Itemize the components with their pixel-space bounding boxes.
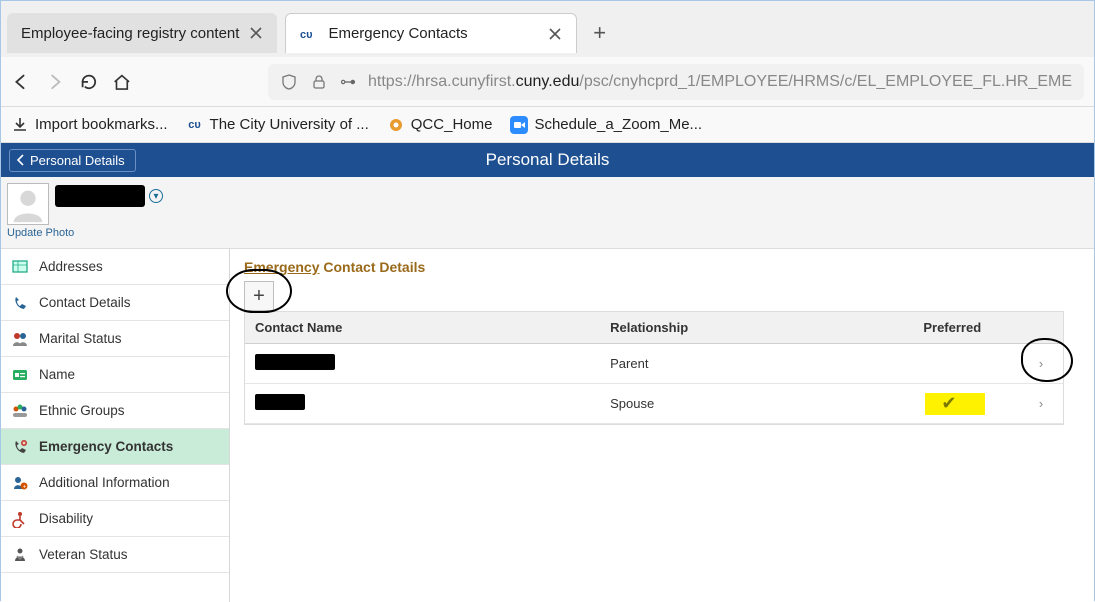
browser-tab-active[interactable]: ᴄᴜ Emergency Contacts	[285, 13, 576, 53]
sidebar-item-emergency-contacts[interactable]: Emergency Contacts	[1, 429, 229, 465]
sidebar-item-label: Emergency Contacts	[39, 439, 173, 454]
grid-header: Contact Name Relationship Preferred	[245, 312, 1063, 344]
import-bookmarks-label: Import bookmarks...	[35, 116, 168, 133]
header-back-label: Personal Details	[30, 153, 125, 168]
sidebar-item-contact-details[interactable]: Contact Details	[1, 285, 229, 321]
close-icon[interactable]	[548, 27, 562, 41]
permissions-icon[interactable]: ⊶	[340, 72, 356, 92]
url-bar[interactable]: ⊶ https://hrsa.cunyfirst.cuny.edu/psc/cn…	[268, 64, 1084, 100]
tab-title: Emergency Contacts	[328, 25, 467, 42]
sidebar-item-marital-status[interactable]: Marital Status	[1, 321, 229, 357]
lock-icon	[310, 73, 328, 91]
sidebar-item-label: Addresses	[39, 259, 103, 274]
page-title: Personal Details	[486, 150, 610, 170]
profile-strip: ▾ Update Photo	[1, 177, 1094, 249]
relationship-value: Spouse	[600, 388, 919, 419]
url-text: https://hrsa.cunyfirst.cuny.edu/psc/cnyh…	[368, 73, 1072, 91]
phone-icon	[11, 294, 29, 312]
update-photo-link[interactable]: Update Photo	[7, 227, 74, 239]
section-title: Emergency Contact Details	[244, 259, 1080, 275]
groups-icon	[11, 402, 29, 420]
svg-text:+: +	[23, 484, 27, 490]
tab-title: Employee-facing registry content	[21, 25, 239, 42]
column-header-relationship: Relationship	[600, 312, 919, 343]
svg-text:ᴄᴜ: ᴄᴜ	[300, 29, 313, 41]
check-icon: ✔	[941, 393, 956, 413]
main-area: Addresses Contact Details Marital Status…	[1, 249, 1094, 602]
new-tab-button[interactable]: +	[585, 18, 615, 48]
sidebar-item-addresses[interactable]: Addresses	[1, 249, 229, 285]
sidebar-item-disability[interactable]: Disability	[1, 501, 229, 537]
info-icon: +	[11, 474, 29, 492]
table-row[interactable]: Spouse ✔ ›	[245, 384, 1063, 424]
table-row[interactable]: Parent ›	[245, 344, 1063, 384]
home-button[interactable]	[112, 71, 132, 93]
sidebar-item-label: Marital Status	[39, 331, 122, 346]
shield-icon	[280, 73, 298, 91]
back-button[interactable]	[11, 71, 31, 93]
app-header: Personal Details Personal Details	[1, 143, 1094, 177]
sidebar-item-additional-information[interactable]: + Additional Information	[1, 465, 229, 501]
chevron-right-icon: ›	[1019, 356, 1063, 371]
sidebar-item-label: Contact Details	[39, 295, 131, 310]
user-name-redacted	[55, 185, 145, 207]
relationship-value: Parent	[600, 348, 919, 379]
sidebar-item-ethnic-groups[interactable]: Ethnic Groups	[1, 393, 229, 429]
forward-button[interactable]	[45, 71, 65, 93]
sidebar-item-veteran-status[interactable]: Veteran Status	[1, 537, 229, 573]
bookmarks-bar: Import bookmarks... ᴄᴜ The City Universi…	[1, 107, 1094, 143]
import-bookmarks-button[interactable]: Import bookmarks...	[11, 116, 168, 134]
qcc-icon	[387, 116, 405, 134]
map-icon	[11, 258, 29, 276]
contacts-grid: Contact Name Relationship Preferred Pare…	[244, 311, 1064, 425]
browser-tab-inactive[interactable]: Employee-facing registry content	[7, 13, 277, 53]
sidebar: Addresses Contact Details Marital Status…	[1, 249, 230, 602]
related-actions-icon[interactable]: ▾	[149, 189, 163, 203]
bookmark-label: Schedule_a_Zoom_Me...	[534, 116, 702, 133]
sidebar-item-label: Additional Information	[39, 475, 170, 490]
browser-toolbar: ⊶ https://hrsa.cunyfirst.cuny.edu/psc/cn…	[1, 57, 1094, 107]
people-icon	[11, 330, 29, 348]
header-back-button[interactable]: Personal Details	[9, 149, 136, 172]
cuny-icon: ᴄᴜ	[186, 116, 204, 134]
bookmark-cuny[interactable]: ᴄᴜ The City University of ...	[186, 116, 369, 134]
sidebar-item-name[interactable]: Name	[1, 357, 229, 393]
zoom-icon	[510, 116, 528, 134]
id-icon	[11, 366, 29, 384]
reload-button[interactable]	[79, 71, 99, 93]
contact-name-redacted	[255, 354, 335, 370]
sidebar-item-label: Name	[39, 367, 75, 382]
cuny-favicon-icon: ᴄᴜ	[300, 25, 318, 43]
accessibility-icon	[11, 510, 29, 528]
close-icon[interactable]	[249, 26, 263, 40]
import-icon	[11, 116, 29, 134]
sidebar-item-label: Veteran Status	[39, 547, 128, 562]
column-header-name: Contact Name	[245, 312, 600, 343]
bookmark-qcc[interactable]: QCC_Home	[387, 116, 493, 134]
chevron-right-icon: ›	[1019, 396, 1063, 411]
emergency-icon	[11, 438, 29, 456]
avatar	[7, 183, 49, 225]
sidebar-item-label: Disability	[39, 511, 93, 526]
veteran-icon	[11, 546, 29, 564]
bookmark-zoom[interactable]: Schedule_a_Zoom_Me...	[510, 116, 702, 134]
bookmark-label: The City University of ...	[210, 116, 369, 133]
content-area: Emergency Contact Details + Contact Name…	[230, 249, 1094, 602]
bookmark-label: QCC_Home	[411, 116, 493, 133]
sidebar-item-label: Ethnic Groups	[39, 403, 125, 418]
browser-tabstrip: Employee-facing registry content ᴄᴜ Emer…	[1, 1, 1094, 57]
column-header-preferred: Preferred	[919, 312, 1019, 343]
contact-name-redacted	[255, 394, 305, 410]
add-contact-button[interactable]: +	[244, 281, 274, 311]
